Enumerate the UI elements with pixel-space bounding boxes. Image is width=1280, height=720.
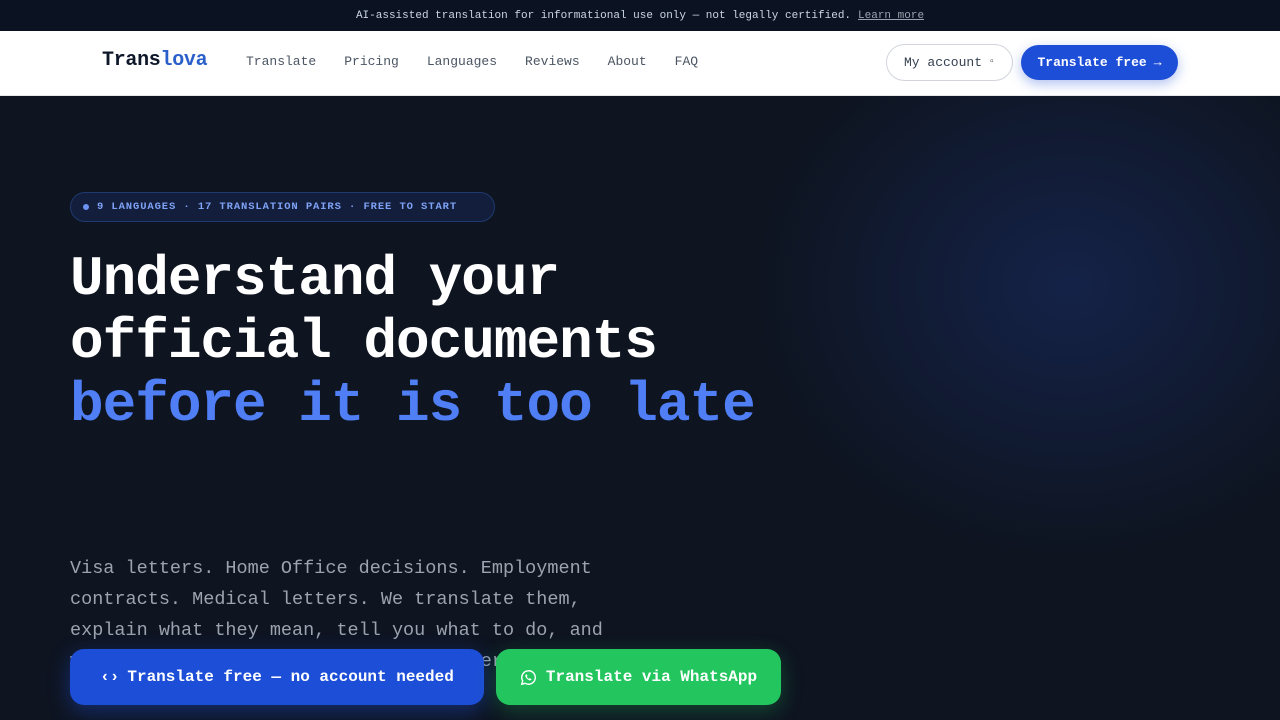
translate-free-nav-button[interactable]: Translate free → [1021, 45, 1178, 80]
stats-badge: 9 LANGUAGES · 17 TRANSLATION PAIRS · FRE… [70, 192, 495, 222]
hero-section: 9 LANGUAGES · 17 TRANSLATION PAIRS · FRE… [0, 96, 1280, 720]
brand-logo[interactable]: Translova [102, 49, 208, 72]
nav-link-languages[interactable]: Languages [427, 54, 497, 69]
translate-via-whatsapp-button[interactable]: Translate via WhatsApp [496, 649, 781, 705]
whatsapp-cta-label: Translate via WhatsApp [545, 668, 758, 686]
badge-text: 9 LANGUAGES · 17 TRANSLATION PAIRS · FRE… [97, 201, 458, 213]
hero-headline: Understand your official documents befor… [70, 247, 756, 437]
badge-dot-icon [83, 204, 89, 210]
arrow-right-icon: → [1153, 55, 1162, 70]
nav-link-reviews[interactable]: Reviews [525, 54, 580, 69]
translate-free-no-account-button[interactable]: ‹› Translate free — no account needed [70, 649, 484, 705]
nav-links: Translate Pricing Languages Reviews Abou… [246, 54, 726, 69]
primary-cta-label: Translate free — no account needed [127, 668, 454, 686]
headline-line-3: before it is too late [70, 373, 756, 437]
my-account-button[interactable]: My account ▫ [886, 44, 1013, 81]
notice-text: AI-assisted translation for informationa… [355, 9, 852, 22]
whatsapp-icon [520, 669, 536, 685]
headline-line-1: Understand your [70, 247, 560, 311]
nav-link-about[interactable]: About [608, 54, 647, 69]
user-square-icon: ▫ [989, 57, 996, 68]
notice-banner: AI-assisted translation for informationa… [0, 0, 1280, 31]
headline-line-2: official documents [70, 310, 658, 374]
brand-part-2: lova [160, 49, 208, 72]
code-brackets-icon: ‹› [100, 668, 120, 686]
learn-more-link[interactable]: Learn more [858, 10, 924, 22]
nav-link-translate[interactable]: Translate [246, 54, 316, 69]
nav-link-faq[interactable]: FAQ [675, 54, 698, 69]
my-account-label: My account [903, 55, 982, 70]
top-navigation: Translova Translate Pricing Languages Re… [0, 31, 1280, 96]
translate-free-label: Translate free [1037, 55, 1147, 70]
brand-part-1: Trans [102, 49, 161, 72]
nav-link-pricing[interactable]: Pricing [344, 54, 399, 69]
